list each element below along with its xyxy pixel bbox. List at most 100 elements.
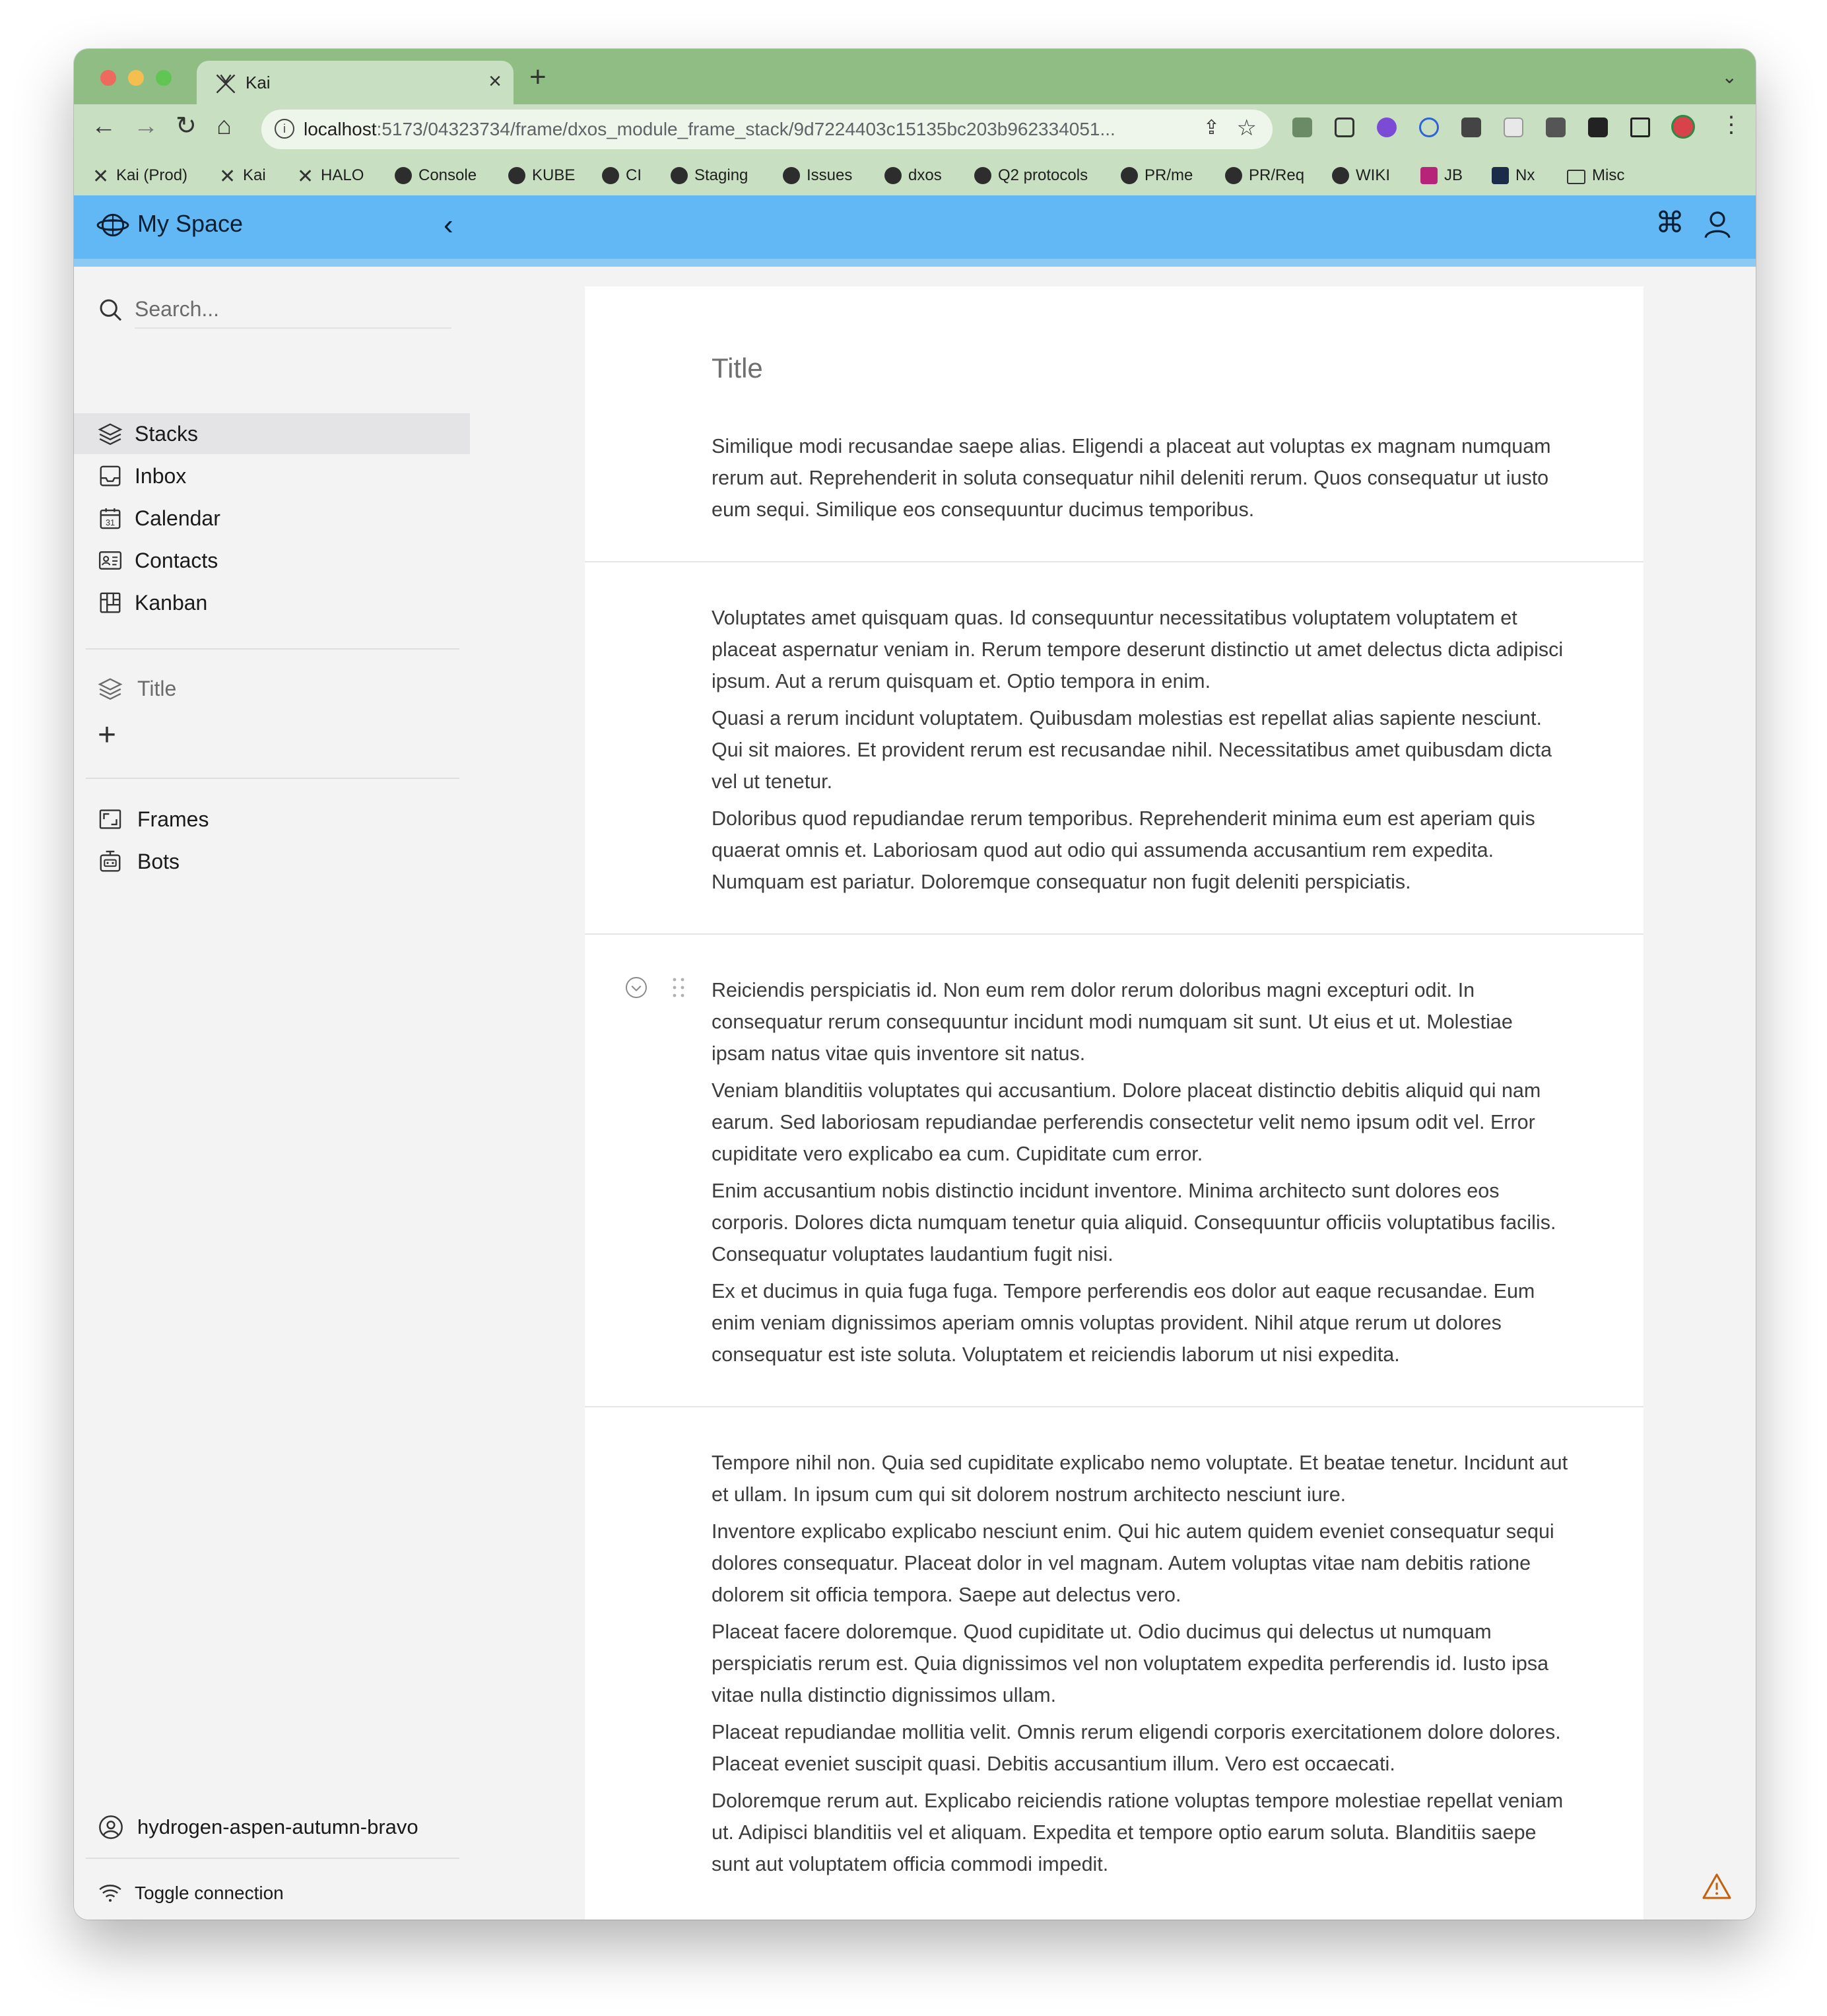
bookmark-label: dxos — [908, 166, 942, 184]
drag-handle-icon[interactable] — [671, 976, 686, 999]
bookmark-label: JB — [1444, 166, 1463, 184]
stack-title[interactable]: Title — [712, 353, 763, 384]
reload-button[interactable]: ↻ — [176, 114, 197, 139]
section-paragraph[interactable]: Ex et ducimus in quia fuga fuga. Tempore… — [712, 1275, 1570, 1370]
section-paragraph[interactable]: Inventore explicabo explicabo nesciunt e… — [712, 1516, 1570, 1611]
maximize-window-button[interactable] — [156, 70, 172, 86]
browser-toolbar: ← → ↻ ⌂ i localhost:5173/04323734/frame/… — [74, 104, 1756, 157]
section-select-chevron-icon[interactable] — [624, 976, 648, 999]
sidebar-item-kanban[interactable]: Kanban — [74, 582, 470, 623]
side-panel-icon[interactable] — [1630, 118, 1650, 137]
sidebar-divider — [86, 648, 459, 650]
extension-password-icon[interactable] — [1419, 118, 1439, 137]
section-paragraph[interactable]: Placeat facere doloremque. Quod cupidita… — [712, 1616, 1570, 1711]
bookmark-star-icon[interactable]: ☆ — [1237, 115, 1257, 141]
bookmark-item[interactable]: ✕ Kai — [219, 166, 266, 187]
profile-avatar-icon[interactable] — [1671, 115, 1695, 139]
section-paragraph[interactable]: Doloribus quod repudiandae rerum tempori… — [712, 803, 1570, 898]
extension-cube-icon[interactable] — [1546, 118, 1566, 137]
nx-icon — [1492, 167, 1509, 184]
space-name: My Space — [137, 210, 244, 237]
section-paragraph[interactable]: Reiciendis perspiciatis id. Non eum rem … — [712, 974, 1570, 1069]
wifi-icon — [99, 1885, 121, 1902]
home-button[interactable]: ⌂ — [216, 114, 232, 139]
folder-icon — [1567, 170, 1585, 184]
extension-recycle-icon[interactable] — [1292, 118, 1312, 137]
bookmark-item[interactable]: PR/Req — [1225, 166, 1304, 185]
sidebar-item-stacks[interactable]: Stacks — [74, 413, 470, 454]
section-paragraph[interactable]: Similique modi recusandae saepe alias. E… — [712, 430, 1570, 525]
stack-section: Title Similique modi recusandae saepe al… — [585, 286, 1644, 562]
ci-icon — [602, 167, 619, 184]
bookmark-item[interactable]: ✕ Kai (Prod) — [92, 166, 188, 187]
bookmark-item[interactable]: dxos — [884, 166, 942, 185]
bookmark-item[interactable]: KUBE — [508, 166, 575, 185]
sidebar-item-label: Contacts — [135, 549, 218, 572]
extension-inspect-icon[interactable] — [1504, 118, 1523, 137]
collapse-sidebar-chevron-icon[interactable]: ‹ — [444, 209, 453, 242]
section-paragraph[interactable]: Voluptates amet quisquam quas. Id conseq… — [712, 602, 1570, 697]
browser-chrome: Kai × + ⌄ ← → ↻ ⌂ i localhost:5173/04323… — [74, 49, 1756, 195]
close-tab-icon[interactable]: × — [488, 69, 502, 94]
sidebar-item-inbox[interactable]: Inbox — [74, 455, 470, 496]
section-paragraph[interactable]: Doloremque rerum aut. Explicabo reiciend… — [712, 1785, 1570, 1880]
sidebar-divider — [86, 1858, 459, 1859]
github-icon — [783, 167, 800, 184]
extension-link-icon[interactable] — [1461, 118, 1481, 137]
sidebar-item-frames[interactable]: Frames — [74, 799, 470, 840]
warning-icon[interactable] — [1702, 1872, 1732, 1900]
extension-color-icon[interactable] — [1377, 118, 1397, 137]
bookmark-item[interactable]: ✕ HALO — [297, 166, 364, 187]
app-header: My Space ‹ ⌘ — [74, 195, 1756, 259]
sidebar-item-contacts[interactable]: Contacts — [74, 540, 470, 581]
bookmark-item[interactable]: WIKI — [1332, 166, 1390, 185]
bookmark-label: Nx — [1515, 166, 1535, 184]
bookmark-item[interactable]: Nx — [1492, 166, 1535, 185]
bookmark-label: Kai (Prod) — [116, 166, 188, 184]
toggle-connection-label: Toggle connection — [135, 1883, 284, 1903]
browser-tab[interactable]: Kai × — [197, 61, 514, 104]
globe-icon — [508, 167, 525, 184]
inbox-icon — [100, 465, 121, 487]
section-paragraph[interactable]: Quasi a rerum incidunt voluptatem. Quibu… — [712, 702, 1570, 797]
section-paragraph[interactable]: Placeat repudiandae mollitia velit. Omni… — [712, 1716, 1570, 1780]
minimize-window-button[interactable] — [128, 70, 144, 86]
section-paragraph[interactable]: Tempore nihil non. Quia sed cupiditate e… — [712, 1447, 1570, 1510]
section-paragraph[interactable]: Enim accusantium nobis distinctio incidu… — [712, 1175, 1570, 1270]
bookmark-item[interactable]: Misc — [1567, 166, 1624, 185]
identity-item[interactable]: hydrogen-aspen-autumn-bravo — [74, 1805, 470, 1847]
site-info-icon[interactable]: i — [275, 119, 294, 139]
bookmark-item[interactable]: Q2 protocols — [974, 166, 1088, 185]
back-button[interactable]: ← — [91, 114, 116, 139]
bookmark-label: KUBE — [532, 166, 576, 184]
sidebar-item-stack-title[interactable]: Title — [74, 668, 470, 709]
browser-window: Kai × + ⌄ ← → ↻ ⌂ i localhost:5173/04323… — [74, 49, 1756, 1920]
user-icon[interactable] — [1702, 209, 1733, 240]
bookmark-item[interactable]: Issues — [783, 166, 852, 185]
address-url: localhost:5173/04323734/frame/dxos_modul… — [304, 119, 1115, 140]
section-paragraph[interactable]: Veniam blanditiis voluptates qui accusan… — [712, 1075, 1570, 1170]
search-input[interactable] — [135, 290, 451, 329]
frame-corners-icon — [99, 809, 121, 829]
search-icon — [100, 299, 122, 321]
close-window-button[interactable] — [100, 70, 116, 86]
add-stack-plus-icon[interactable]: + — [98, 720, 116, 751]
bookmark-item[interactable]: Staging — [671, 166, 748, 185]
extension-screenshot-icon[interactable] — [1335, 118, 1354, 137]
toggle-connection-button[interactable]: Toggle connection — [74, 1872, 470, 1912]
address-bar[interactable]: i localhost:5173/04323734/frame/dxos_mod… — [261, 110, 1273, 149]
tab-list-chevron-icon[interactable]: ⌄ — [1722, 66, 1737, 88]
bookmark-item[interactable]: JB — [1420, 166, 1463, 185]
browser-menu-icon[interactable]: ⋮ — [1720, 114, 1743, 136]
share-icon[interactable]: ⇪ — [1203, 116, 1220, 139]
bookmark-item[interactable]: PR/me — [1121, 166, 1193, 185]
forward-button[interactable]: → — [133, 114, 158, 139]
bookmark-item[interactable]: CI — [602, 166, 642, 185]
sidebar-item-calendar[interactable]: 31 Calendar — [74, 498, 470, 539]
bookmark-item[interactable]: Console — [395, 166, 477, 185]
sidebar-item-label: Title — [137, 677, 177, 700]
sidebar-item-bots[interactable]: Bots — [74, 841, 470, 882]
command-icon[interactable]: ⌘ — [1655, 206, 1684, 240]
extensions-puzzle-icon[interactable] — [1588, 118, 1608, 137]
new-tab-button[interactable]: + — [529, 61, 547, 94]
